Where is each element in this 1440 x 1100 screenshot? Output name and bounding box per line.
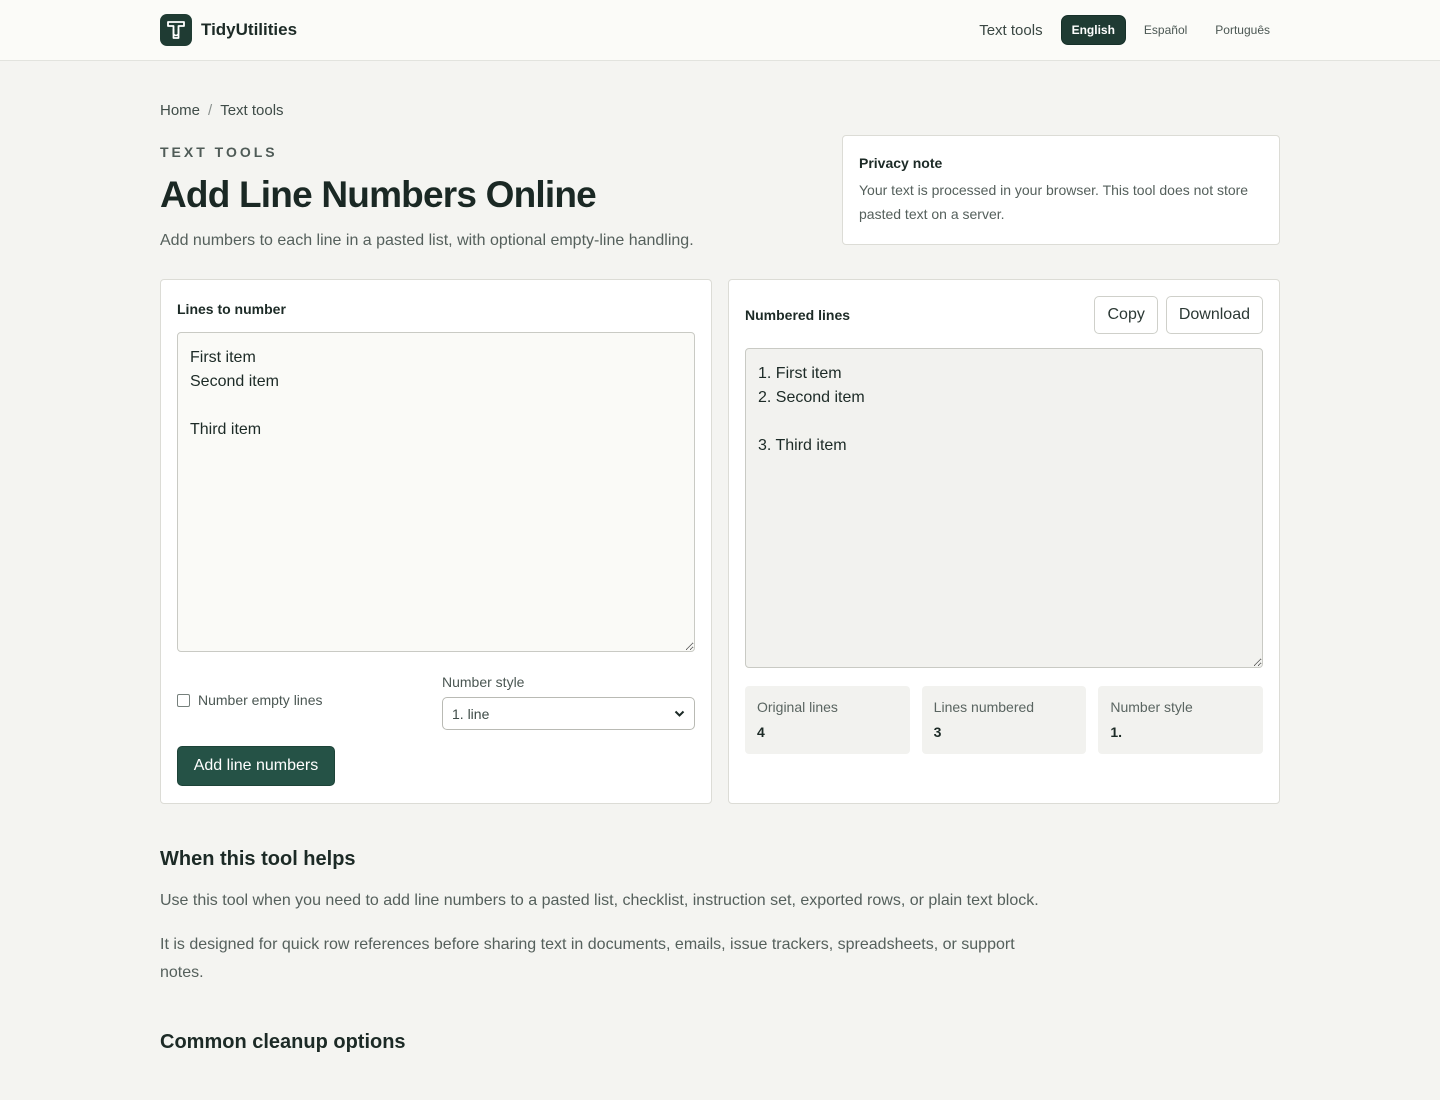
- privacy-title: Privacy note: [859, 155, 943, 171]
- privacy-text: Your text is processed in your browser. …: [859, 182, 1249, 222]
- chevron-down-icon: [674, 710, 685, 717]
- page-subtitle: Add numbers to each line in a pasted lis…: [160, 232, 694, 249]
- stat-value: 4: [757, 724, 765, 740]
- hero: TEXT TOOLS Add Line Numbers Online Add n…: [160, 135, 1280, 250]
- stat-label: Number style: [1110, 699, 1193, 715]
- stat-number-style: Number style 1.: [1098, 686, 1264, 754]
- output-label: Numbered lines: [745, 307, 851, 323]
- eyebrow: TEXT TOOLS: [160, 144, 278, 160]
- download-button[interactable]: Download: [1165, 296, 1263, 334]
- when-tool-helps-section: When this tool helps Use this tool when …: [160, 848, 1280, 1054]
- brand-name: TidyUtilities: [201, 20, 298, 39]
- stat-lines-numbered: Lines numbered 3: [921, 686, 1087, 754]
- number-style-field: Number style 1. line: [442, 674, 695, 730]
- input-panel: Lines to number First item Second item T…: [160, 279, 712, 804]
- copy-button[interactable]: Copy: [1094, 296, 1158, 334]
- options-row: Number empty lines Number style 1. line: [177, 674, 695, 730]
- hero-text: TEXT TOOLS Add Line Numbers Online Add n…: [160, 135, 694, 250]
- number-empty-lines-checkbox[interactable]: [177, 693, 190, 707]
- main-nav: Text tools English Español Português: [969, 15, 1280, 45]
- breadcrumb-text-tools[interactable]: Text tools: [220, 102, 283, 119]
- add-line-numbers-button[interactable]: Add line numbers: [177, 746, 335, 786]
- output-textarea[interactable]: 1. First item 2. Second item 3. Third it…: [745, 348, 1263, 668]
- breadcrumb-home[interactable]: Home: [160, 102, 200, 119]
- tool-panels: Lines to number First item Second item T…: [160, 279, 1280, 804]
- nav-text-tools[interactable]: Text tools: [969, 22, 1052, 39]
- number-empty-lines-label: Number empty lines: [198, 692, 323, 708]
- number-style-value: 1. line: [452, 705, 490, 722]
- number-style-select[interactable]: 1. line: [442, 697, 695, 730]
- number-style-label: Number style: [442, 674, 525, 690]
- helps-paragraph-1: Use this tool when you need to add line …: [160, 892, 1039, 909]
- lang-portugues[interactable]: Português: [1205, 16, 1280, 44]
- logo-icon: [160, 14, 192, 46]
- output-panel: Numbered lines Copy Download 1. First it…: [728, 279, 1280, 804]
- privacy-note: Privacy note Your text is processed in y…: [842, 135, 1280, 245]
- main-content: Home / Text tools TEXT TOOLS Add Line Nu…: [160, 102, 1280, 1054]
- lang-espanol[interactable]: Español: [1134, 16, 1197, 44]
- output-header: Numbered lines Copy Download: [745, 296, 1263, 334]
- brand-link[interactable]: TidyUtilities: [160, 14, 297, 46]
- output-actions: Copy Download: [1094, 296, 1263, 334]
- input-textarea[interactable]: First item Second item Third item: [177, 332, 695, 652]
- number-empty-lines-option[interactable]: Number empty lines: [177, 692, 442, 708]
- input-label: Lines to number: [177, 301, 286, 317]
- stat-label: Original lines: [757, 699, 838, 715]
- stat-value: 3: [933, 724, 942, 740]
- when-tool-helps-heading: When this tool helps: [160, 848, 356, 870]
- page-title: Add Line Numbers Online: [160, 174, 597, 215]
- stats-row: Original lines 4 Lines numbered 3 Number…: [745, 686, 1264, 754]
- common-cleanup-heading: Common cleanup options: [160, 1031, 406, 1053]
- top-bar: TidyUtilities Text tools English Español…: [0, 0, 1440, 61]
- lang-english[interactable]: English: [1060, 15, 1126, 45]
- stat-label: Lines numbered: [933, 699, 1035, 715]
- stat-value: 1.: [1110, 724, 1123, 740]
- helps-paragraph-2: It is designed for quick row references …: [160, 936, 1015, 981]
- breadcrumb: Home / Text tools: [160, 102, 1280, 119]
- stat-original-lines: Original lines 4: [745, 686, 910, 754]
- breadcrumb-separator: /: [208, 102, 213, 119]
